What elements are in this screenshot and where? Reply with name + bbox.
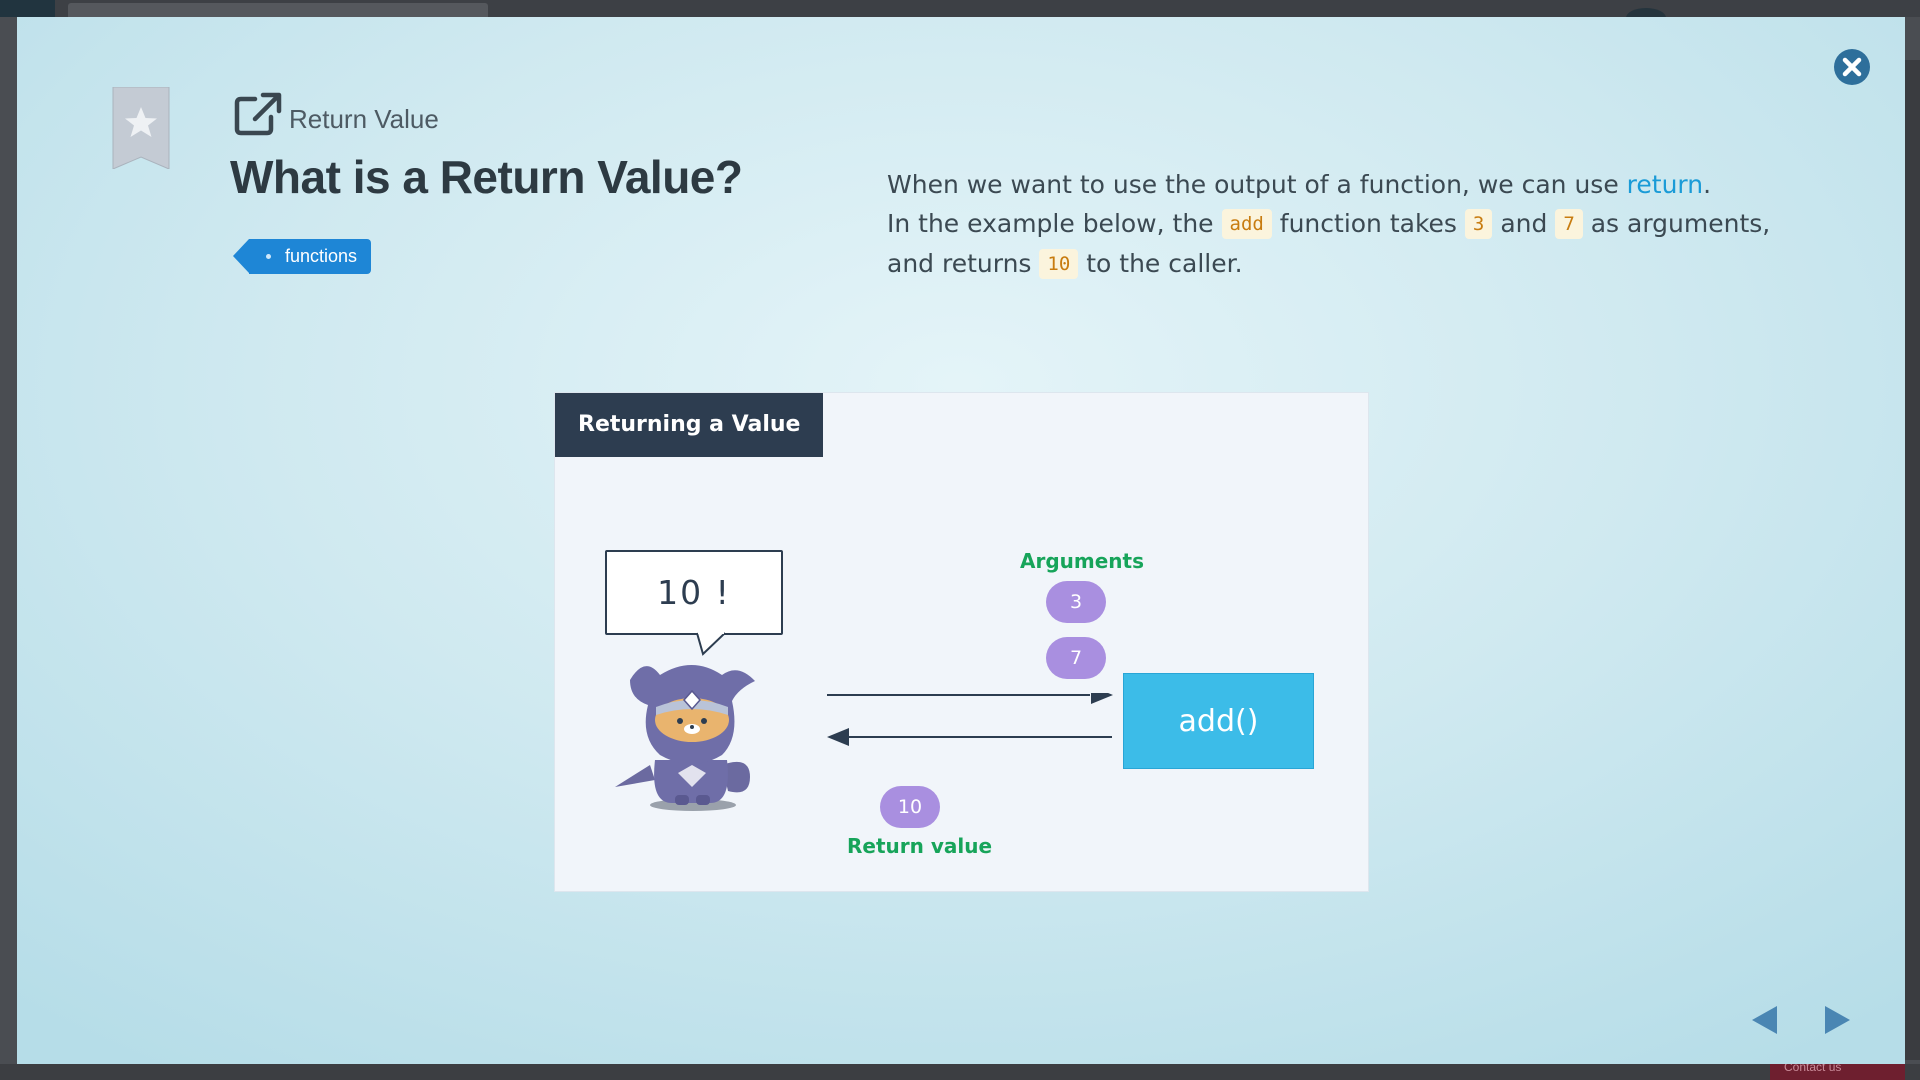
next-arrow-icon[interactable] bbox=[1818, 1002, 1854, 1038]
page-title: What is a Return Value? bbox=[230, 151, 743, 203]
lesson-description: When we want to use the output of a func… bbox=[887, 165, 1787, 284]
speech-bubble-tail bbox=[696, 632, 726, 656]
lesson-modal: Return Value What is a Return Value? fun… bbox=[17, 17, 1905, 1064]
ninja-mascot-illustration bbox=[615, 665, 755, 811]
close-button[interactable] bbox=[1834, 49, 1870, 85]
code-3: 3 bbox=[1464, 209, 1493, 239]
description-text: . bbox=[1703, 170, 1712, 199]
background-logo bbox=[0, 0, 55, 17]
description-text: and bbox=[1492, 209, 1556, 238]
code-10: 10 bbox=[1039, 249, 1079, 279]
description-line-3: and returns 10 to the caller. bbox=[887, 244, 1787, 284]
description-line-2: In the example below, the add function t… bbox=[887, 204, 1787, 244]
description-line-1: When we want to use the output of a func… bbox=[887, 165, 1787, 204]
bookmark-star-icon[interactable] bbox=[112, 87, 170, 169]
description-text: and returns bbox=[887, 249, 1040, 278]
argument-pill-7: 7 bbox=[1046, 637, 1106, 679]
background-bottom-bar bbox=[0, 1064, 1920, 1080]
close-icon bbox=[1842, 57, 1862, 77]
speech-bubble: 10 ! bbox=[605, 550, 783, 635]
call-and-return-arrows bbox=[827, 693, 1113, 746]
arguments-label: Arguments bbox=[1020, 549, 1145, 573]
description-text: In the example below, the bbox=[887, 209, 1222, 238]
lesson-subtitle: Return Value bbox=[289, 104, 439, 134]
prev-arrow-icon[interactable] bbox=[1748, 1002, 1784, 1038]
description-text: to the caller. bbox=[1078, 249, 1243, 278]
code-7: 7 bbox=[1555, 209, 1583, 239]
return-value-pill: 10 bbox=[880, 786, 940, 828]
topic-tag[interactable]: functions bbox=[232, 239, 372, 274]
background-scrollbar bbox=[1905, 60, 1920, 1060]
add-function-box: add() bbox=[1123, 673, 1314, 769]
background-tab bbox=[68, 3, 488, 17]
diagram-title: Returning a Value bbox=[555, 393, 824, 457]
code-add: add bbox=[1221, 209, 1272, 239]
argument-pill-3: 3 bbox=[1046, 581, 1106, 623]
return-value-diagram: Returning a Value 10 ! Arguments 3 7 add… bbox=[554, 392, 1369, 892]
external-link-icon[interactable] bbox=[233, 91, 283, 137]
description-text: When we want to use the output of a func… bbox=[887, 170, 1627, 199]
return-keyword-link[interactable]: return bbox=[1627, 170, 1703, 199]
description-text: function takes bbox=[1271, 209, 1465, 238]
description-text: as arguments, bbox=[1582, 209, 1771, 238]
return-value-label: Return value bbox=[847, 834, 993, 858]
lesson-header: Return Value bbox=[233, 87, 439, 137]
